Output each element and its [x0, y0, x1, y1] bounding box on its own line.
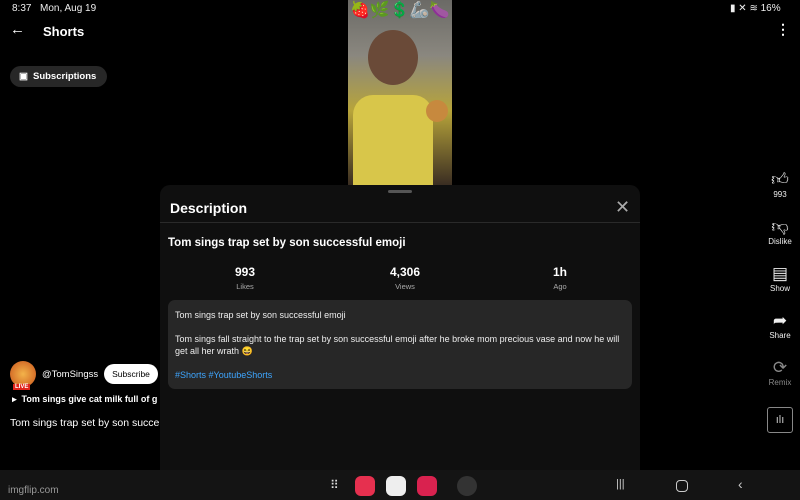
divider — [160, 222, 640, 223]
stat-value: 4,306 — [389, 265, 421, 279]
stat-age: 1h Ago — [510, 265, 610, 291]
share-icon: ➦ — [772, 311, 788, 330]
share-button[interactable]: ➦ Share — [762, 311, 798, 340]
remix-icon: ⟳ — [772, 358, 788, 377]
playlist-link[interactable]: ▸ Tom sings give cat milk full of g — [12, 394, 160, 405]
comments-button[interactable]: ▤ Show — [762, 264, 798, 293]
channel-row: LIVE @TomSingss Subscribe — [10, 361, 158, 390]
stat-label: Likes — [236, 282, 254, 291]
thumbs-down-icon: 👎︎ — [771, 217, 789, 236]
remix-button[interactable]: ⟳ Remix — [762, 358, 798, 387]
drag-handle[interactable] — [388, 190, 412, 193]
back-arrow-icon[interactable]: ← — [10, 21, 25, 38]
more-options-icon[interactable]: ⋮ — [776, 21, 790, 38]
subscriptions-label: Subscriptions — [32, 71, 97, 82]
video-figure-shirt — [353, 95, 433, 185]
stat-label: Ago — [553, 282, 567, 291]
subscriptions-icon: ▣ — [19, 71, 28, 82]
sound-button[interactable]: ılı — [767, 407, 793, 433]
like-button[interactable]: 👍︎ 993 — [762, 170, 798, 199]
description-panel: Description ✕ Tom sings trap set by son … — [160, 185, 640, 475]
galaxy-store-icon[interactable] — [355, 476, 375, 496]
play-icon: ▸ — [12, 394, 17, 404]
video-player[interactable]: 🍓🌿💲🦾🍆 — [348, 0, 452, 185]
thumbs-up-icon: 👍︎ — [771, 170, 789, 189]
cookie-emoji — [426, 100, 448, 122]
description-body: Tom sings fall straight to the trap set … — [175, 334, 620, 356]
share-label: Share — [769, 331, 791, 340]
like-count: 993 — [773, 190, 787, 199]
remix-label: Remix — [768, 378, 792, 387]
panel-title: Description — [170, 200, 248, 216]
screen-recorder-icon[interactable] — [417, 476, 437, 496]
recents-icon[interactable]: ||| — [616, 478, 625, 490]
description-card: Tom sings trap set by son successful emo… — [168, 300, 632, 389]
close-icon[interactable]: ✕ — [615, 197, 630, 218]
watermark: imgflip.com — [8, 485, 59, 496]
dislike-label: Dislike — [768, 237, 792, 246]
description-line: Tom sings trap set by son successful emo… — [175, 310, 346, 320]
back-nav-icon[interactable]: ‹ — [738, 476, 743, 492]
stat-likes: 993 Likes — [195, 265, 295, 291]
home-icon[interactable] — [676, 480, 688, 492]
stat-value: 993 — [234, 265, 256, 279]
audio-wave-icon: ılı — [775, 414, 785, 426]
hashtag-links[interactable]: #Shorts #YoutubeShorts — [175, 369, 625, 381]
play-store-icon[interactable] — [386, 476, 406, 496]
video-caption[interactable]: Tom sings trap set by son succe — [10, 417, 160, 429]
comment-icon: ▤ — [771, 264, 789, 283]
avatar[interactable]: LIVE — [10, 361, 36, 390]
dislike-button[interactable]: 👎︎ Dislike — [762, 217, 798, 246]
stat-label: Views — [395, 282, 415, 291]
status-date: Mon, Aug 19 — [40, 3, 97, 14]
comments-label: Show — [769, 284, 790, 293]
status-time: 8:37 — [12, 3, 32, 14]
battery-level: 16% — [760, 3, 781, 14]
channel-handle[interactable]: @TomSingss — [42, 369, 98, 380]
stat-views: 4,306 Views — [355, 265, 455, 291]
video-title: Tom sings trap set by son successful emo… — [168, 237, 406, 249]
video-figure-face — [368, 30, 418, 85]
playlist-title: Tom sings give cat milk full of g — [21, 394, 158, 404]
imgflip-app-icon[interactable] — [457, 476, 477, 496]
live-badge: LIVE — [13, 384, 31, 390]
status-icons: ▮ ✕ ≋ 16% — [730, 3, 781, 14]
app-grid-icon[interactable]: ⠿ — [330, 478, 339, 492]
page-title: Shorts — [43, 24, 85, 39]
subscriptions-chip[interactable]: ▣ Subscriptions — [10, 66, 107, 87]
stat-value: 1h — [552, 265, 567, 279]
overlay-emojis: 🍓🌿💲🦾🍆 — [350, 2, 450, 19]
subscribe-button[interactable]: Subscribe — [104, 364, 158, 384]
